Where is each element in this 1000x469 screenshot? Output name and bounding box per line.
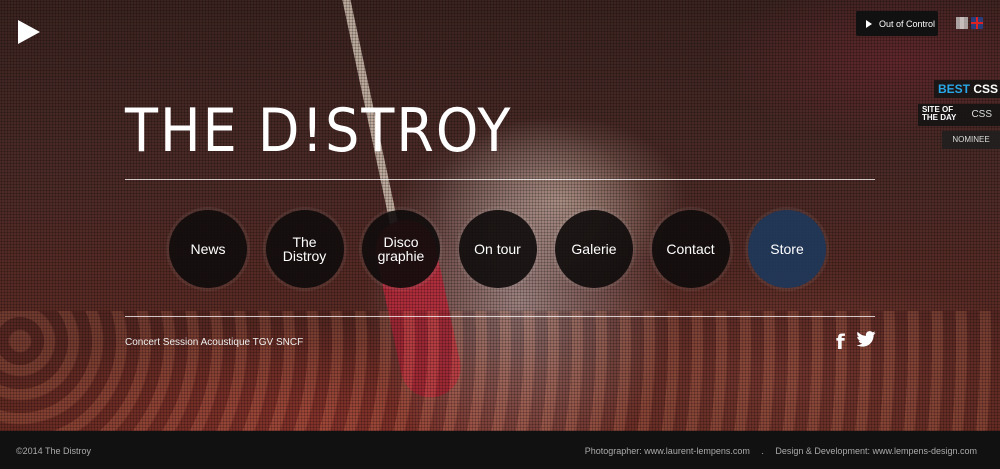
award-nominee[interactable]: NOMINEE [942,131,1000,149]
award-css-text: CSS [973,82,999,96]
twitter-icon[interactable] [856,331,876,347]
flag-uk-icon[interactable] [971,17,983,29]
facebook-icon[interactable]: f [836,330,845,354]
nav-news[interactable]: News [169,210,247,288]
design-link[interactable]: Design & Development: www.lempens-design… [775,446,977,456]
photographer-link[interactable]: Photographer: www.laurent-lempens.com [585,446,750,456]
award-site-of-the-day[interactable]: SITE OF THE DAY CSS [918,104,1000,126]
nav-galerie[interactable]: Galerie [555,210,633,288]
award-best-css[interactable]: BEST CSS [934,80,1000,98]
main-nav: News The Distroy Disco graphie On tour G… [169,210,845,288]
flag-fr-icon[interactable] [956,17,968,29]
nav-store[interactable]: Store [748,210,826,288]
photo-caption: Concert Session Acoustique TGV SNCF [125,337,304,348]
crowd-photo-element [0,311,1000,431]
site-logo[interactable]: THE D!STROY [125,96,512,165]
footer-separator: . [761,446,764,456]
now-playing-label: Out of Control [879,18,936,29]
divider-bottom [125,316,875,317]
award-sotd-line2: THE DAY [922,113,957,123]
divider-top [125,179,875,180]
award-sotd-css: CSS [971,109,992,120]
award-nominee-text: NOMINEE [952,135,990,144]
nav-contact[interactable]: Contact [651,210,730,288]
award-best-text: BEST [938,82,971,96]
play-icon[interactable] [16,19,42,45]
footer-credits: Photographer: www.laurent-lempens.com . … [585,446,977,456]
now-playing-button[interactable]: Out of Control [856,11,938,36]
footer: ©2014 The Distroy Photographer: www.laur… [0,431,1000,469]
nav-the-distroy[interactable]: The Distroy [265,210,344,288]
footer-copyright: ©2014 The Distroy [16,446,92,456]
nav-on-tour[interactable]: On tour [458,210,537,288]
play-small-icon [866,19,872,28]
nav-discographie[interactable]: Disco graphie [362,210,440,288]
award-sotd-text: SITE OF THE DAY [922,106,956,122]
